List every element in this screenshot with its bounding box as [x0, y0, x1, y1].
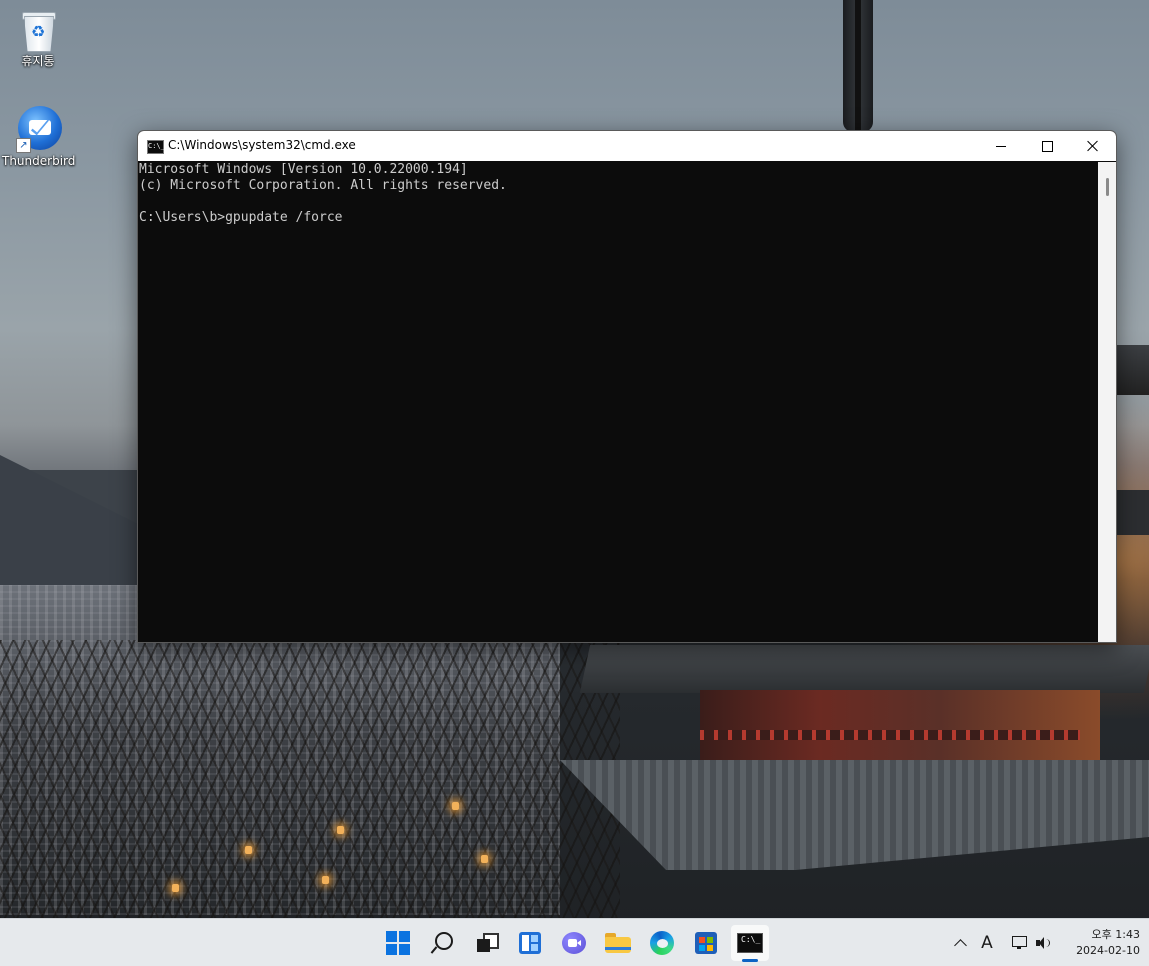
clock[interactable]: 오후 1:43 2024-02-10: [1058, 927, 1140, 959]
taskbar: C:\_ A 오후 1:43 2024-02-10: [0, 918, 1149, 966]
start-button[interactable]: [379, 925, 417, 961]
wallpaper-trees: [0, 640, 620, 920]
minimize-icon: [996, 145, 1006, 147]
desktop-icon-label: 휴지통: [21, 54, 55, 68]
edge-icon: [650, 931, 674, 955]
console-prompt-line[interactable]: C:\Users\b>gpupdate /force: [139, 210, 1098, 226]
maximize-icon: [1041, 140, 1053, 152]
widgets-icon: [519, 932, 541, 954]
folder-icon: [605, 933, 631, 953]
chat-button[interactable]: [555, 925, 593, 961]
wallpaper-pagoda-eave-lower: [1115, 490, 1149, 535]
cmd-window[interactable]: C:\_ C:\Windows\system32\cmd.exe Microso…: [137, 130, 1117, 643]
file-explorer-button[interactable]: [599, 925, 637, 961]
clock-time: 오후 1:43: [1091, 928, 1140, 941]
minimize-button[interactable]: [978, 131, 1024, 161]
wallpaper-lantern: [322, 876, 329, 884]
thunderbird-icon: ↗: [14, 106, 62, 153]
cmd-icon: C:\_: [147, 140, 165, 154]
desktop-icon-recycle-bin[interactable]: ♻ 휴지통: [2, 10, 74, 69]
scrollbar-thumb[interactable]: [1106, 178, 1109, 196]
console-line: (c) Microsoft Corporation. All rights re…: [139, 178, 507, 193]
wallpaper-lantern: [245, 846, 252, 854]
wallpaper-lantern: [337, 826, 344, 834]
network-icon: [1012, 936, 1028, 950]
wallpaper-lantern: [481, 855, 488, 863]
wallpaper-pagoda-rail: [700, 730, 1080, 740]
close-button[interactable]: [1070, 131, 1116, 161]
network-button[interactable]: [1010, 931, 1030, 955]
wallpaper-tower-mast: [855, 0, 861, 132]
search-icon: [430, 932, 453, 954]
search-button[interactable]: [423, 925, 461, 961]
wallpaper-lantern: [172, 884, 179, 892]
input-indicator[interactable]: A: [976, 931, 998, 955]
wallpaper-lantern: [452, 802, 459, 810]
volume-icon: [1036, 936, 1052, 950]
teams-chat-icon: [562, 932, 586, 954]
console-line: Microsoft Windows [Version 10.0.22000.19…: [139, 162, 468, 177]
task-view-icon: [475, 933, 499, 953]
terminal-icon: C:\_: [737, 933, 763, 953]
close-icon: [1087, 140, 1099, 152]
wallpaper-pagoda-eave: [1115, 345, 1149, 395]
console-output[interactable]: Microsoft Windows [Version 10.0.22000.19…: [138, 162, 1098, 642]
task-view-button[interactable]: [467, 925, 505, 961]
clock-date: 2024-02-10: [1076, 944, 1140, 957]
window-title: C:\Windows\system32\cmd.exe: [168, 138, 356, 152]
desktop: ♻ 휴지통 ↗ Thunderbird C:\_ C:\Windows\syst…: [0, 0, 1149, 966]
windows-start-icon: [386, 931, 410, 955]
ime-label: A: [981, 933, 993, 953]
recycle-bin-icon: ♻: [21, 10, 56, 52]
desktop-icon-thunderbird[interactable]: ↗ Thunderbird: [2, 106, 76, 168]
show-hidden-icons-button[interactable]: [950, 931, 970, 955]
command-prompt-taskbar-button[interactable]: C:\_: [731, 925, 769, 962]
active-app-indicator: [742, 959, 758, 962]
desktop-icon-label: Thunderbird: [2, 154, 76, 168]
volume-button[interactable]: [1034, 931, 1054, 955]
window-titlebar[interactable]: C:\_ C:\Windows\system32\cmd.exe: [138, 131, 1116, 161]
widgets-button[interactable]: [511, 925, 549, 961]
wallpaper-pagoda-roof-upper: [579, 645, 1149, 693]
store-button[interactable]: [687, 925, 725, 961]
store-icon: [695, 932, 717, 954]
vertical-scrollbar[interactable]: [1098, 162, 1116, 642]
maximize-button[interactable]: [1024, 131, 1070, 161]
wallpaper-pagoda-roof-lower: [560, 760, 1149, 870]
edge-button[interactable]: [643, 925, 681, 961]
chevron-up-icon: [953, 938, 967, 952]
